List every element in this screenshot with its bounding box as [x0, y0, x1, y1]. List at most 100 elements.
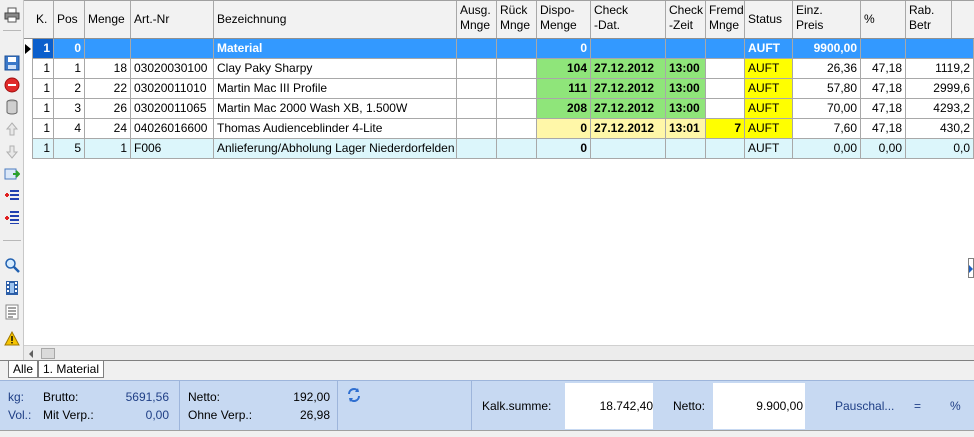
cell-rueck[interactable]	[497, 139, 537, 159]
cell-rueck[interactable]	[497, 59, 537, 79]
cell-rueck[interactable]	[497, 39, 537, 59]
cell-rab[interactable]: 2999,6	[906, 79, 974, 99]
cell-cdat[interactable]	[591, 39, 666, 59]
cell-menge[interactable]	[85, 39, 131, 59]
cell-pos[interactable]: 5	[54, 139, 85, 159]
cell-czeit[interactable]: 13:00	[666, 59, 706, 79]
cell-bez[interactable]: Anlieferung/Abholung Lager Niederdorfeld…	[214, 139, 457, 159]
cell-ausg[interactable]	[457, 39, 497, 59]
pauschal-label[interactable]: Pauschal...	[835, 399, 894, 413]
save-icon[interactable]	[3, 54, 21, 72]
cell-fremd[interactable]	[706, 79, 745, 99]
cell-preis[interactable]: 70,00	[793, 99, 861, 119]
cell-bez[interactable]: Martin Mac 2000 Wash XB, 1.500W	[214, 99, 457, 119]
status-badge[interactable]: AUFT	[745, 79, 793, 99]
cell-rab[interactable]: 1119,2	[906, 59, 974, 79]
cell-artnr[interactable]: 04026016600	[131, 119, 214, 139]
cell-bez[interactable]: Martin Mac III Profile	[214, 79, 457, 99]
cell-pct[interactable]: 47,18	[861, 79, 906, 99]
refresh-icon[interactable]	[346, 387, 362, 406]
cell-cdat[interactable]: 27.12.2012	[591, 119, 666, 139]
cell-dispo[interactable]: 0	[537, 39, 591, 59]
cell-czeit[interactable]: 13:01	[666, 119, 706, 139]
cell-rueck[interactable]	[497, 99, 537, 119]
cell-k[interactable]: 1	[33, 59, 54, 79]
cell-rab[interactable]: 4293,2	[906, 99, 974, 119]
cell-artnr[interactable]: 03020011065	[131, 99, 214, 119]
positions-grid[interactable]: K. Pos Menge Art.-Nr Bezeichnung Ausg. Mn…	[24, 0, 974, 345]
cell-dispo[interactable]: 111	[537, 79, 591, 99]
cell-preis[interactable]: 9900,00	[793, 39, 861, 59]
cell-cdat[interactable]: 27.12.2012	[591, 79, 666, 99]
col-header-check-zeit[interactable]: Check -Zeit	[666, 1, 706, 38]
cell-ausg[interactable]	[457, 99, 497, 119]
cell-menge[interactable]: 26	[85, 99, 131, 119]
film-icon[interactable]	[3, 279, 21, 297]
cell-fremd[interactable]	[706, 99, 745, 119]
cell-pos[interactable]: 2	[54, 79, 85, 99]
cell-preis[interactable]: 26,36	[793, 59, 861, 79]
cell-pos[interactable]: 3	[54, 99, 85, 119]
delete-icon[interactable]	[3, 76, 21, 94]
table-row[interactable]: 1 3 26 03020011065 Martin Mac 2000 Wash …	[24, 99, 974, 119]
cell-ausg[interactable]	[457, 139, 497, 159]
cell-fremd[interactable]	[706, 39, 745, 59]
cell-rab[interactable]	[906, 39, 974, 59]
print-icon[interactable]	[3, 6, 21, 24]
col-header-check-dat[interactable]: Check -Dat.	[591, 1, 666, 38]
status-badge[interactable]: AUFT	[745, 119, 793, 139]
cell-czeit[interactable]	[666, 139, 706, 159]
insert-list-icon[interactable]	[3, 208, 21, 226]
cell-czeit[interactable]: 13:00	[666, 79, 706, 99]
col-header-percent[interactable]: %	[861, 1, 906, 38]
cell-czeit[interactable]	[666, 39, 706, 59]
cell-rab[interactable]: 430,2	[906, 119, 974, 139]
cell-menge[interactable]: 22	[85, 79, 131, 99]
horizontal-scrollbar[interactable]	[24, 345, 974, 360]
tab-alle[interactable]: Alle	[8, 361, 39, 378]
cell-pct[interactable]: 47,18	[861, 99, 906, 119]
col-header-status[interactable]: Status	[745, 1, 793, 38]
cell-ausg[interactable]	[457, 59, 497, 79]
vertical-scroll-indicator[interactable]	[968, 258, 974, 278]
cell-ausg[interactable]	[457, 79, 497, 99]
cell-czeit[interactable]: 13:00	[666, 99, 706, 119]
cell-rab[interactable]: 0,0	[906, 139, 974, 159]
col-header-dispo[interactable]: Dispo- Menge	[537, 1, 591, 38]
kalk-summe-field[interactable]: 18.742,40	[565, 383, 653, 429]
cell-dispo[interactable]: 0	[537, 119, 591, 139]
cell-bez[interactable]: Clay Paky Sharpy	[214, 59, 457, 79]
netto-sum-field[interactable]: 9.900,00	[713, 383, 805, 429]
table-row[interactable]: 1 1 18 03020030100 Clay Paky Sharpy 104 …	[24, 59, 974, 79]
cell-preis[interactable]: 57,80	[793, 79, 861, 99]
export-icon[interactable]	[3, 165, 21, 183]
cell-cdat[interactable]: 27.12.2012	[591, 59, 666, 79]
scroll-left-icon[interactable]	[29, 350, 33, 358]
cell-pos[interactable]: 1	[54, 59, 85, 79]
cell-pos[interactable]: 0	[54, 39, 85, 59]
status-badge[interactable]: AUFT	[745, 139, 793, 159]
status-badge[interactable]: AUFT	[745, 59, 793, 79]
cell-bez[interactable]: Thomas Audienceblinder 4-Lite	[214, 119, 457, 139]
cell-pct[interactable]: 47,18	[861, 59, 906, 79]
cell-ausg[interactable]	[457, 119, 497, 139]
col-header-einz-preis[interactable]: Einz. Preis	[793, 1, 861, 38]
database-icon[interactable]	[3, 98, 21, 116]
cell-pct[interactable]: 47,18	[861, 119, 906, 139]
cell-k[interactable]: 1	[33, 119, 54, 139]
move-down-icon[interactable]	[3, 143, 21, 161]
tab-material[interactable]: 1. Material	[38, 361, 105, 378]
cell-rueck[interactable]	[497, 79, 537, 99]
cell-artnr[interactable]: 03020011010	[131, 79, 214, 99]
cell-menge[interactable]: 1	[85, 139, 131, 159]
col-header-artnr[interactable]: Art.-Nr	[131, 1, 214, 38]
cell-fremd[interactable]: 7	[706, 119, 745, 139]
cell-artnr[interactable]: F006	[131, 139, 214, 159]
cell-dispo[interactable]: 104	[537, 59, 591, 79]
cell-menge[interactable]: 24	[85, 119, 131, 139]
insert-row-icon[interactable]	[3, 186, 21, 204]
cell-pct[interactable]	[861, 39, 906, 59]
table-row[interactable]: 1 2 22 03020011010 Martin Mac III Profil…	[24, 79, 974, 99]
col-header-bezeichnung[interactable]: Bezeichnung	[214, 1, 457, 38]
cell-pct[interactable]: 0,00	[861, 139, 906, 159]
